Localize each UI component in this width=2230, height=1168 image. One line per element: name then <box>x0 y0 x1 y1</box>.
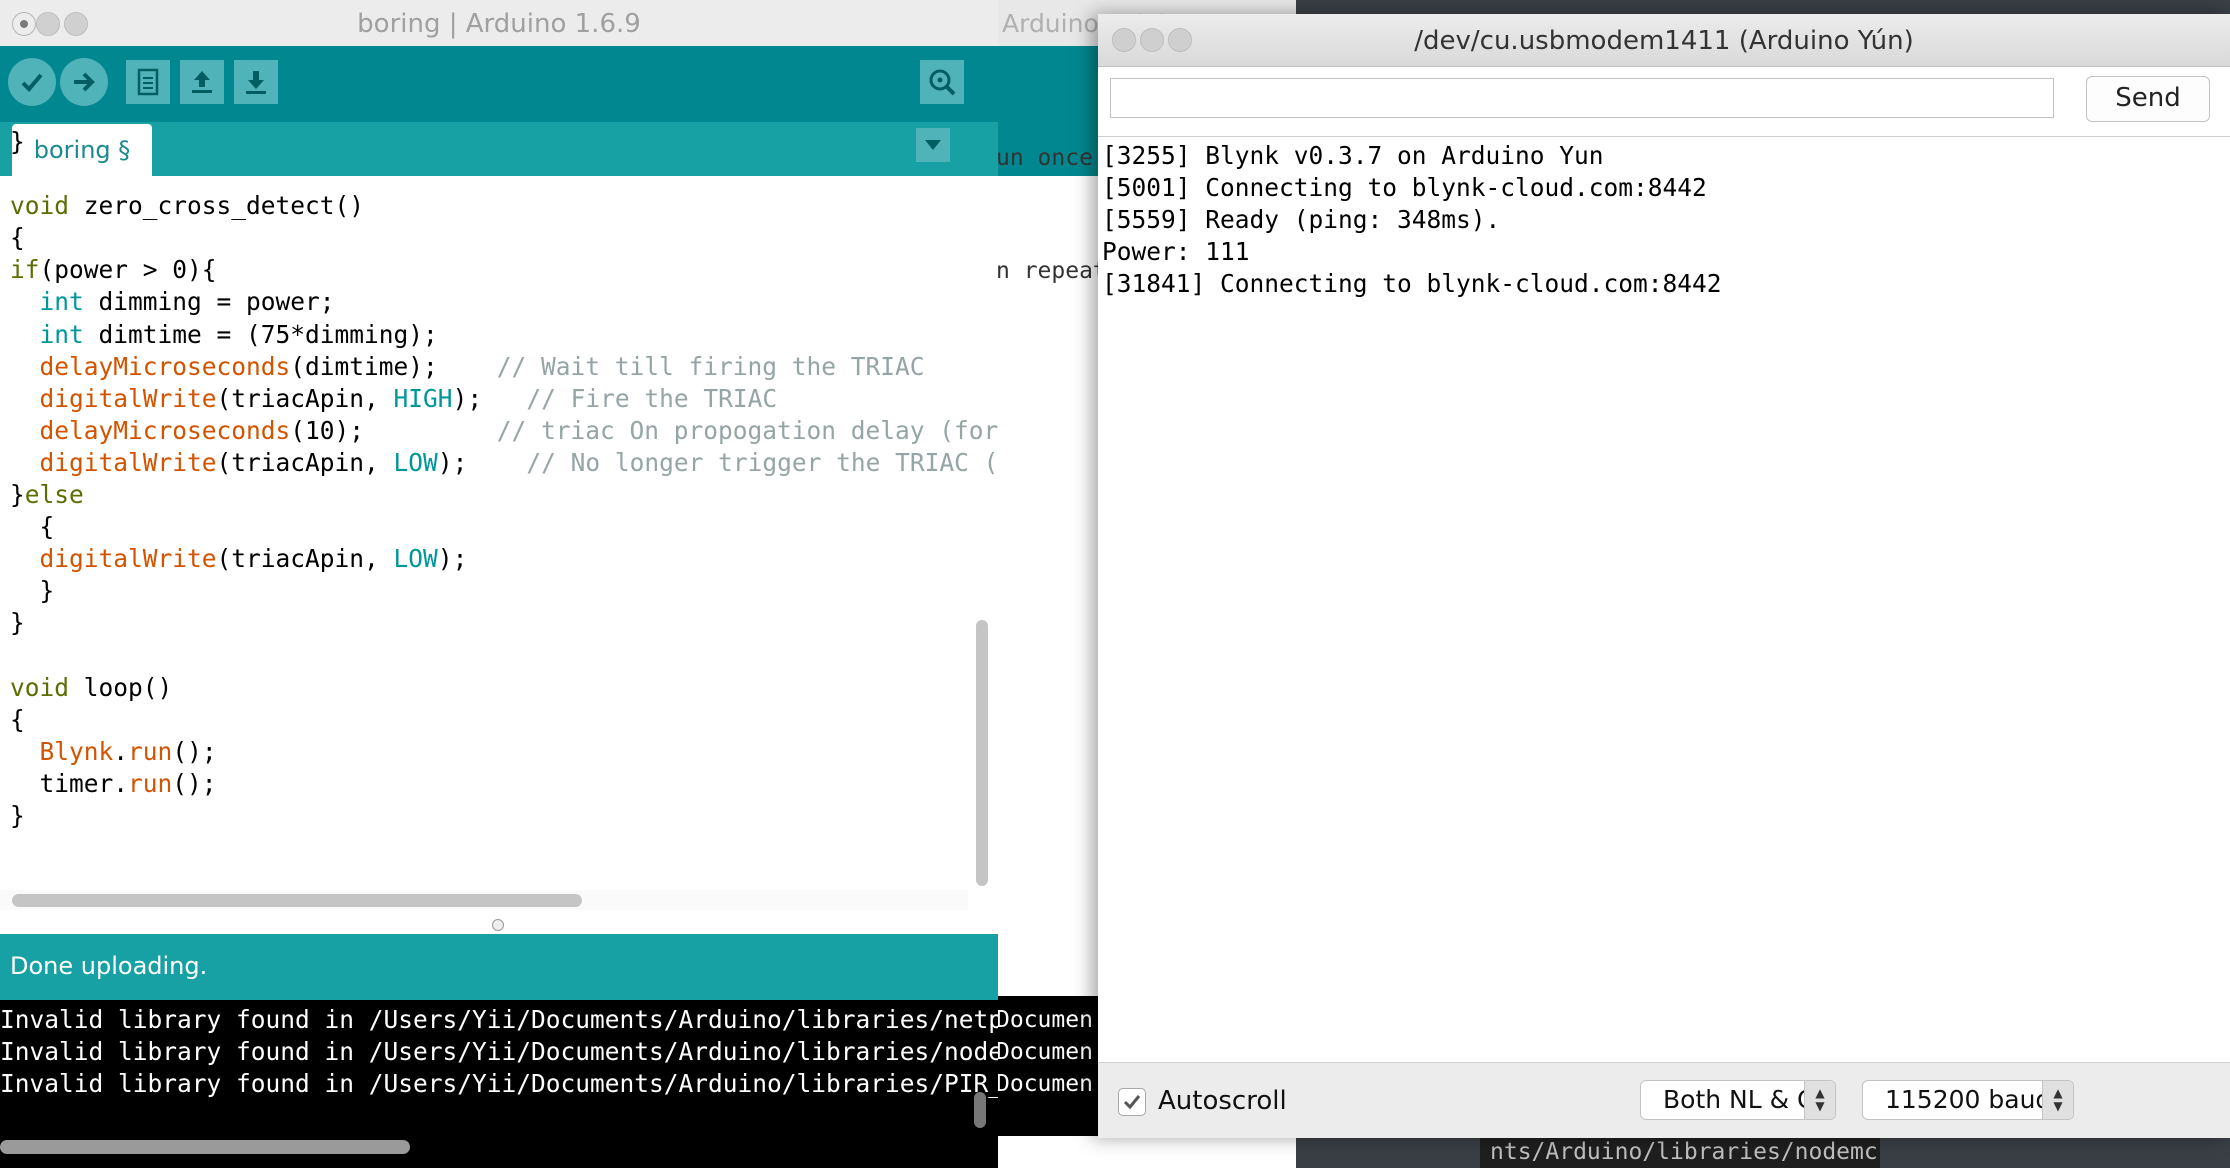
code-line: } <box>10 576 55 606</box>
baud-rate-value: 115200 baud <box>1885 1085 2052 1114</box>
code-line: digitalWrite(triacApin, HIGH); // Fire t… <box>39 383 778 413</box>
serial-monitor-button[interactable] <box>920 60 964 104</box>
code-line: }else <box>10 480 84 510</box>
background-code-fragment: n repeat <box>996 258 1107 284</box>
serial-line: [5001] Connecting to blynk-cloud.com:844… <box>1102 173 1707 203</box>
editor-horizontal-scroll-thumb[interactable] <box>12 894 582 907</box>
open-icon <box>192 71 212 93</box>
splitter-handle[interactable] <box>492 919 504 931</box>
background-bottom-text: nts/Arduino/libraries/nodemc <box>1490 1139 1878 1165</box>
editor-vertical-scroll-thumb[interactable] <box>976 620 988 886</box>
serial-title: /dev/cu.usbmodem1411 (Arduino Yún) <box>1414 26 1914 56</box>
up-down-arrows-icon: ▲ ▼ <box>1804 1081 1835 1119</box>
save-button[interactable] <box>234 60 278 104</box>
verify-icon <box>21 73 43 92</box>
background-console-text: Documen Documen Documen <box>996 1007 1093 1097</box>
code-line: digitalWrite(triacApin, LOW); // No long… <box>39 447 998 477</box>
serial-monitor-window: /dev/cu.usbmodem1411 (Arduino Yún) Send … <box>1098 14 2230 1138</box>
serial-line: [5559] Ready (ping: 348ms). <box>1102 205 1501 235</box>
code-line: digitalWrite(triacApin, LOW); <box>39 544 468 574</box>
code-line: int dimming = power; <box>39 287 335 317</box>
ide-title: boring | Arduino 1.6.9 <box>357 9 641 39</box>
verify-button[interactable] <box>8 58 56 106</box>
up-down-arrows-icon: ▲ ▼ <box>2042 1081 2073 1119</box>
console-horizontal-scroll-thumb[interactable] <box>0 1140 410 1154</box>
code-line: { <box>10 223 25 253</box>
code-line: int dimtime = (75*dimming); <box>39 319 438 349</box>
upload-button[interactable] <box>60 58 108 106</box>
code-line: } <box>10 800 25 830</box>
serial-monitor-icon <box>929 69 956 96</box>
save-icon <box>246 71 266 94</box>
code-line: Blynk.run(); <box>39 736 217 766</box>
checkmark-icon <box>1123 1095 1141 1110</box>
line-ending-select[interactable]: Both NL & CR ▲ ▼ <box>1640 1080 1836 1120</box>
baud-rate-select[interactable]: 115200 baud ▲ ▼ <box>1862 1080 2074 1120</box>
console-text: Invalid library found in /Users/Yii/Docu… <box>0 1004 998 1100</box>
autoscroll-checkbox[interactable] <box>1118 1088 1146 1116</box>
new-button[interactable] <box>126 60 170 104</box>
code-line: delayMicroseconds(10); // triac On propo… <box>39 415 998 445</box>
code-line: void zero_cross_detect() <box>10 191 365 221</box>
serial-line: [3255] Blynk v0.3.7 on Arduino Yun <box>1102 141 1604 170</box>
code-line: void loop() <box>10 672 173 702</box>
code-editor[interactable]: } void zero_cross_detect(){if(power > 0)… <box>10 126 998 832</box>
code-line: } <box>10 608 25 638</box>
console-vertical-scroll-thumb[interactable] <box>974 1092 986 1128</box>
new-file-icon <box>137 68 159 96</box>
open-button[interactable] <box>180 60 224 104</box>
console-line: Invalid library found in /Users/Yii/Docu… <box>0 1069 998 1099</box>
upload-icon <box>74 72 95 92</box>
status-message: Done uploading. <box>10 952 208 980</box>
code-line: } <box>10 127 25 156</box>
console-line: Invalid library found in /Users/Yii/Docu… <box>0 1037 998 1067</box>
serial-line: [31841] Connecting to blynk-cloud.com:84… <box>1102 269 1722 299</box>
code-line: if(power > 0){ <box>10 255 217 285</box>
code-line: { <box>10 512 55 542</box>
arduino-ide-window: boring | Arduino 1.6.9 boring § } void z… <box>0 0 998 1168</box>
autoscroll-label: Autoscroll <box>1158 1086 1287 1116</box>
console-line: Invalid library found in /Users/Yii/Docu… <box>0 1005 998 1034</box>
code-line: delayMicroseconds(dimtime); // Wait till… <box>39 351 925 381</box>
code-line: timer.run(); <box>10 768 217 798</box>
background-code-fragment: un once <box>996 145 1093 171</box>
send-button[interactable]: Send <box>2086 76 2210 122</box>
code-line: { <box>10 704 25 734</box>
serial-send-input[interactable] <box>1110 78 2054 118</box>
serial-line: Power: 111 <box>1102 237 1250 267</box>
serial-output-text: [3255] Blynk v0.3.7 on Arduino Yun [5001]… <box>1102 140 1722 300</box>
